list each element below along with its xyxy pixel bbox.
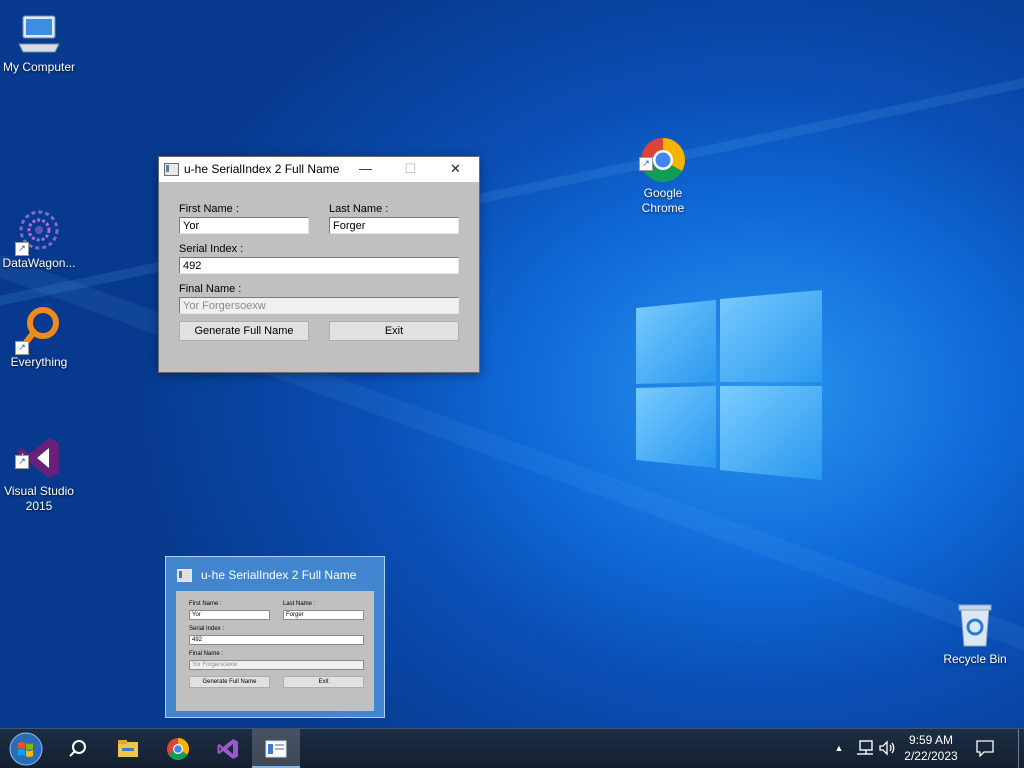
start-orb-icon <box>9 732 43 766</box>
preview-last-name-label: Last Name : <box>283 601 316 607</box>
app-window-icon <box>177 569 192 582</box>
desktop-icon-label: DataWagon... <box>2 256 76 270</box>
app-window-icon <box>265 740 287 758</box>
network-icon[interactable] <box>856 740 874 756</box>
visual-studio-icon <box>217 739 238 759</box>
datawagon-icon: ↗ <box>15 206 63 256</box>
minimize-button[interactable]: — <box>343 157 388 182</box>
desktop-icon-google-chrome[interactable]: ↗ Google Chrome <box>624 106 702 231</box>
start-button[interactable] <box>2 729 52 768</box>
desktop: My Computer ↗ DataWagon... ↗ Everything <box>0 0 1024 768</box>
preview-first-name-label: First Name : <box>189 601 222 607</box>
taskbar-visual-studio[interactable] <box>204 729 252 768</box>
taskbar: ▲ 9:59 AM 2/22/2023 <box>0 728 1024 768</box>
chrome-icon <box>167 738 189 760</box>
close-button[interactable]: ✕ <box>433 157 478 182</box>
preview-generate-button: Generate Full Name <box>189 676 270 688</box>
serial-index-label: Serial Index : <box>179 243 244 255</box>
first-name-input[interactable] <box>179 217 309 234</box>
recycle-bin-icon <box>951 602 999 650</box>
app-window-icon <box>164 163 179 176</box>
exit-button[interactable]: Exit <box>329 321 459 341</box>
visual-studio-icon: ↗ <box>15 419 63 478</box>
last-name-input[interactable] <box>329 217 459 234</box>
generate-full-name-button[interactable]: Generate Full Name <box>179 321 309 341</box>
desktop-icon-everything[interactable]: ↗ Everything <box>0 305 78 370</box>
preview-window-thumbnail: First Name : Last Name : Yor Forger Seri… <box>176 591 374 711</box>
preview-first-name-field: Yor <box>189 610 270 620</box>
first-name-label: First Name : <box>179 203 239 215</box>
preview-final-name-label: Final Name : <box>189 651 224 657</box>
search-icon <box>69 740 86 757</box>
shortcut-arrow-icon: ↗ <box>15 242 29 256</box>
window-title: u-he SerialIndex 2 Full Name <box>184 162 340 176</box>
taskbar-thumbnail-preview[interactable]: u-he SerialIndex 2 Full Name First Name … <box>165 556 385 718</box>
shortcut-arrow-icon: ↗ <box>639 157 653 171</box>
last-name-label: Last Name : <box>329 203 389 215</box>
clock-date: 2/22/2023 <box>904 749 958 763</box>
preview-last-name-field: Forger <box>283 610 364 620</box>
computer-icon <box>15 10 63 58</box>
taskbar-chrome[interactable] <box>154 729 202 768</box>
taskbar-serialindex-app[interactable] <box>252 729 300 768</box>
clock-time: 9:59 AM <box>908 733 954 747</box>
shortcut-arrow-icon: ↗ <box>15 455 29 469</box>
preview-final-name-field: Yor Forgersoexw <box>189 660 364 670</box>
desktop-icon-visual-studio[interactable]: ↗ Visual Studio 2015 <box>0 404 78 529</box>
window-titlebar[interactable]: u-he SerialIndex 2 Full Name — ☐ ✕ <box>159 157 479 182</box>
taskbar-clock[interactable]: 9:59 AM 2/22/2023 <box>896 732 966 764</box>
show-desktop-button[interactable] <box>1018 729 1019 768</box>
wallpaper-rays <box>0 0 1024 768</box>
desktop-icon-label: Everything <box>10 355 68 369</box>
chrome-icon: ↗ <box>639 121 687 182</box>
windows-logo <box>636 290 822 480</box>
shortcut-arrow-icon: ↗ <box>15 341 29 355</box>
action-center-icon[interactable] <box>976 739 994 757</box>
maximize-button[interactable]: ☐ <box>388 157 433 182</box>
taskbar-search[interactable] <box>54 729 102 768</box>
desktop-icon-my-computer[interactable]: My Computer <box>0 10 78 75</box>
window-client-area: First Name : Last Name : Serial Index : … <box>159 182 479 370</box>
desktop-icon-datawagon[interactable]: ↗ DataWagon... <box>0 206 78 271</box>
desktop-icon-label: My Computer <box>2 60 76 74</box>
folder-icon <box>118 740 138 757</box>
desktop-icon-recycle-bin[interactable]: Recycle Bin <box>936 602 1014 667</box>
preview-exit-button: Exit <box>283 676 364 688</box>
taskbar-file-explorer[interactable] <box>104 729 152 768</box>
everything-icon: ↗ <box>15 305 63 355</box>
volume-icon[interactable] <box>878 740 896 756</box>
final-name-output <box>179 297 459 314</box>
serial-index-input[interactable] <box>179 257 459 274</box>
serialindex-window[interactable]: u-he SerialIndex 2 Full Name — ☐ ✕ First… <box>158 156 480 373</box>
preview-serial-index-label: Serial Index : <box>189 626 225 632</box>
preview-title: u-he SerialIndex 2 Full Name <box>201 568 357 582</box>
desktop-icon-label: Recycle Bin <box>943 652 1007 666</box>
final-name-label: Final Name : <box>179 283 242 295</box>
show-hidden-icons-button[interactable]: ▲ <box>832 729 846 768</box>
preview-serial-index-field: 492 <box>189 635 364 645</box>
